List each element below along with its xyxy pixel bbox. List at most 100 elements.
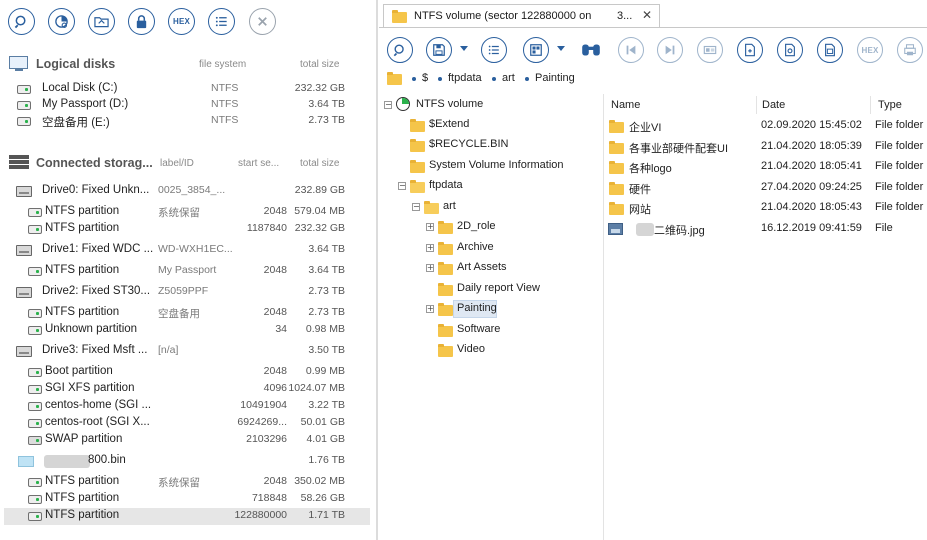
folder-tools-icon[interactable] (88, 8, 115, 35)
breadcrumb: $ ftpdata art Painting (384, 70, 924, 88)
start-sector: 2048 (263, 205, 287, 217)
search-icon[interactable] (387, 37, 413, 63)
collapse-icon[interactable]: − (398, 182, 406, 190)
print-icon[interactable] (897, 37, 923, 63)
hex-button[interactable]: HEX (857, 37, 883, 63)
disk-fs: NTFS (211, 98, 239, 110)
file-type: File folder (875, 181, 924, 193)
tree-node-label[interactable]: Art Assets (457, 261, 507, 273)
partition-row[interactable]: Boot partition 2048 0.99 MB (4, 364, 370, 381)
collapse-icon[interactable]: − (384, 101, 392, 109)
partition-row[interactable]: NTFS partition 1187840 232.32 GB (4, 221, 370, 238)
binoculars-icon[interactable] (578, 37, 604, 63)
partition-row[interactable]: 800.bin 1.76 TB (4, 453, 370, 470)
redacted-name (44, 455, 90, 468)
disk-size: 232.32 GB (294, 82, 345, 94)
tree-node-label[interactable]: Archive (457, 241, 494, 253)
collapse-icon[interactable]: − (412, 203, 420, 211)
drive-icon (16, 186, 32, 197)
logical-disk-row[interactable]: 空盘备用 (E:) NTFS 2.73 TB (4, 113, 370, 130)
drive-row[interactable]: Drive2: Fixed ST30... Z5059PPF 2.73 TB (4, 284, 370, 301)
storage-icon-bar (9, 165, 29, 169)
expand-icon[interactable]: + (426, 305, 434, 313)
file-icon[interactable] (817, 37, 843, 63)
partition-row[interactable]: NTFS partition 系统保留 2048 350.02 MB (4, 474, 370, 491)
partition-row[interactable]: NTFS partition 122880000 1.71 TB (4, 508, 370, 525)
tree-node-label[interactable]: Video (457, 343, 485, 355)
tree-node-label[interactable]: $RECYCLE.BIN (429, 138, 508, 150)
list-icon[interactable] (208, 8, 235, 35)
col-name[interactable]: Name (611, 99, 640, 111)
next-icon[interactable] (657, 37, 683, 63)
logical-disk-row[interactable]: Local Disk (C:) NTFS 232.32 GB (4, 81, 370, 98)
file-name[interactable]: 硬件 (629, 181, 651, 197)
start-sector: 2048 (263, 306, 287, 318)
storage-name: NTFS partition (45, 264, 120, 276)
partition-row[interactable]: SWAP partition 2103296 4.01 GB (4, 432, 370, 449)
drive-row[interactable]: Drive3: Fixed Msft ... [n/a] 3.50 TB (4, 343, 370, 360)
storage-label: WD-WXH1EC... (158, 243, 233, 255)
search-icon[interactable] (8, 8, 35, 35)
tree-node-label[interactable]: Daily report View (457, 282, 540, 294)
storage-name: SGI XFS partition (45, 382, 135, 394)
breadcrumb-item-root[interactable]: $ (422, 72, 428, 84)
lock-icon[interactable] (128, 8, 155, 35)
id-icon[interactable] (697, 37, 723, 63)
close-icon[interactable] (249, 8, 276, 35)
tab-title: NTFS volume (sector 122880000 on (414, 10, 592, 22)
file-name[interactable]: 二维码.jpg (654, 222, 705, 238)
file-name[interactable]: 企业VI (629, 119, 661, 135)
tab-ntfs-volume[interactable]: NTFS volume (sector 122880000 on 3... ✕ (383, 4, 660, 27)
tree-list-splitter[interactable] (603, 94, 604, 540)
file-name[interactable]: 各种logo (629, 160, 672, 176)
col-type[interactable]: Type (878, 99, 902, 111)
list-icon[interactable] (481, 37, 507, 63)
partition-row[interactable]: centos-root (SGI X... 6924269... 50.01 GB (4, 415, 370, 432)
scan-icon[interactable] (48, 8, 75, 35)
partition-row[interactable]: NTFS partition 空盘备用 2048 2.73 TB (4, 305, 370, 322)
expand-icon[interactable]: + (426, 264, 434, 272)
breadcrumb-item-ftpdata[interactable]: ftpdata (448, 72, 482, 84)
tree-node-label[interactable]: 2D_role (457, 220, 496, 232)
partition-row[interactable]: centos-home (SGI ... 10491904 3.22 TB (4, 398, 370, 415)
tree-node-label[interactable]: art (443, 200, 456, 212)
breadcrumb-item-art[interactable]: art (502, 72, 515, 84)
drive-icon (16, 346, 32, 357)
file-settings-icon[interactable] (777, 37, 803, 63)
file-date: 02.09.2020 15:45:02 (761, 119, 862, 131)
logical-disk-row[interactable]: My Passport (D:) NTFS 3.64 TB (4, 97, 370, 114)
save-dropdown-icon[interactable] (460, 46, 468, 51)
view-icon[interactable] (523, 37, 549, 63)
tree-root-label[interactable]: NTFS volume (416, 98, 483, 110)
file-date: 21.04.2020 18:05:39 (761, 140, 862, 152)
tree-node-label[interactable]: Software (457, 323, 500, 335)
partition-row[interactable]: NTFS partition 系统保留 2048 579.04 MB (4, 204, 370, 221)
expand-icon[interactable]: + (426, 223, 434, 231)
column-divider[interactable] (870, 96, 871, 114)
partition-row[interactable]: NTFS partition My Passport 2048 3.64 TB (4, 263, 370, 280)
hex-button[interactable]: HEX (168, 8, 195, 35)
file-name[interactable]: 各事业部硬件配套UI (629, 140, 728, 156)
partition-row[interactable]: SGI XFS partition 4096 1024.07 MB (4, 381, 370, 398)
tree-node-label[interactable]: $Extend (429, 118, 469, 130)
col-date[interactable]: Date (762, 99, 785, 111)
drive-row[interactable]: Drive0: Fixed Unkn... 0025_3854_... 232.89… (4, 183, 370, 200)
tree-node-label[interactable]: ftpdata (429, 179, 463, 191)
tree-node-label[interactable]: System Volume Information (429, 159, 564, 171)
view-dropdown-icon[interactable] (557, 46, 565, 51)
save-icon[interactable] (426, 37, 452, 63)
file-add-icon[interactable] (737, 37, 763, 63)
tree-node-label[interactable]: Painting (457, 302, 497, 314)
expand-icon[interactable]: + (426, 244, 434, 252)
logical-disks-title: Logical disks (36, 57, 116, 71)
breadcrumb-item-painting[interactable]: Painting (535, 72, 575, 84)
partition-row[interactable]: NTFS partition 718848 58.26 GB (4, 491, 370, 508)
prev-icon[interactable] (618, 37, 644, 63)
partition-row[interactable]: Unknown partition 34 0.98 MB (4, 322, 370, 339)
column-divider[interactable] (756, 96, 757, 114)
tab-close-button[interactable]: ✕ (642, 8, 652, 22)
pane-splitter[interactable] (376, 0, 378, 540)
storage-name: Drive1: Fixed WDC ... (42, 243, 154, 255)
drive-row[interactable]: Drive1: Fixed WDC ... WD-WXH1EC... 3.64 TB (4, 242, 370, 259)
file-name[interactable]: 网站 (629, 201, 651, 217)
